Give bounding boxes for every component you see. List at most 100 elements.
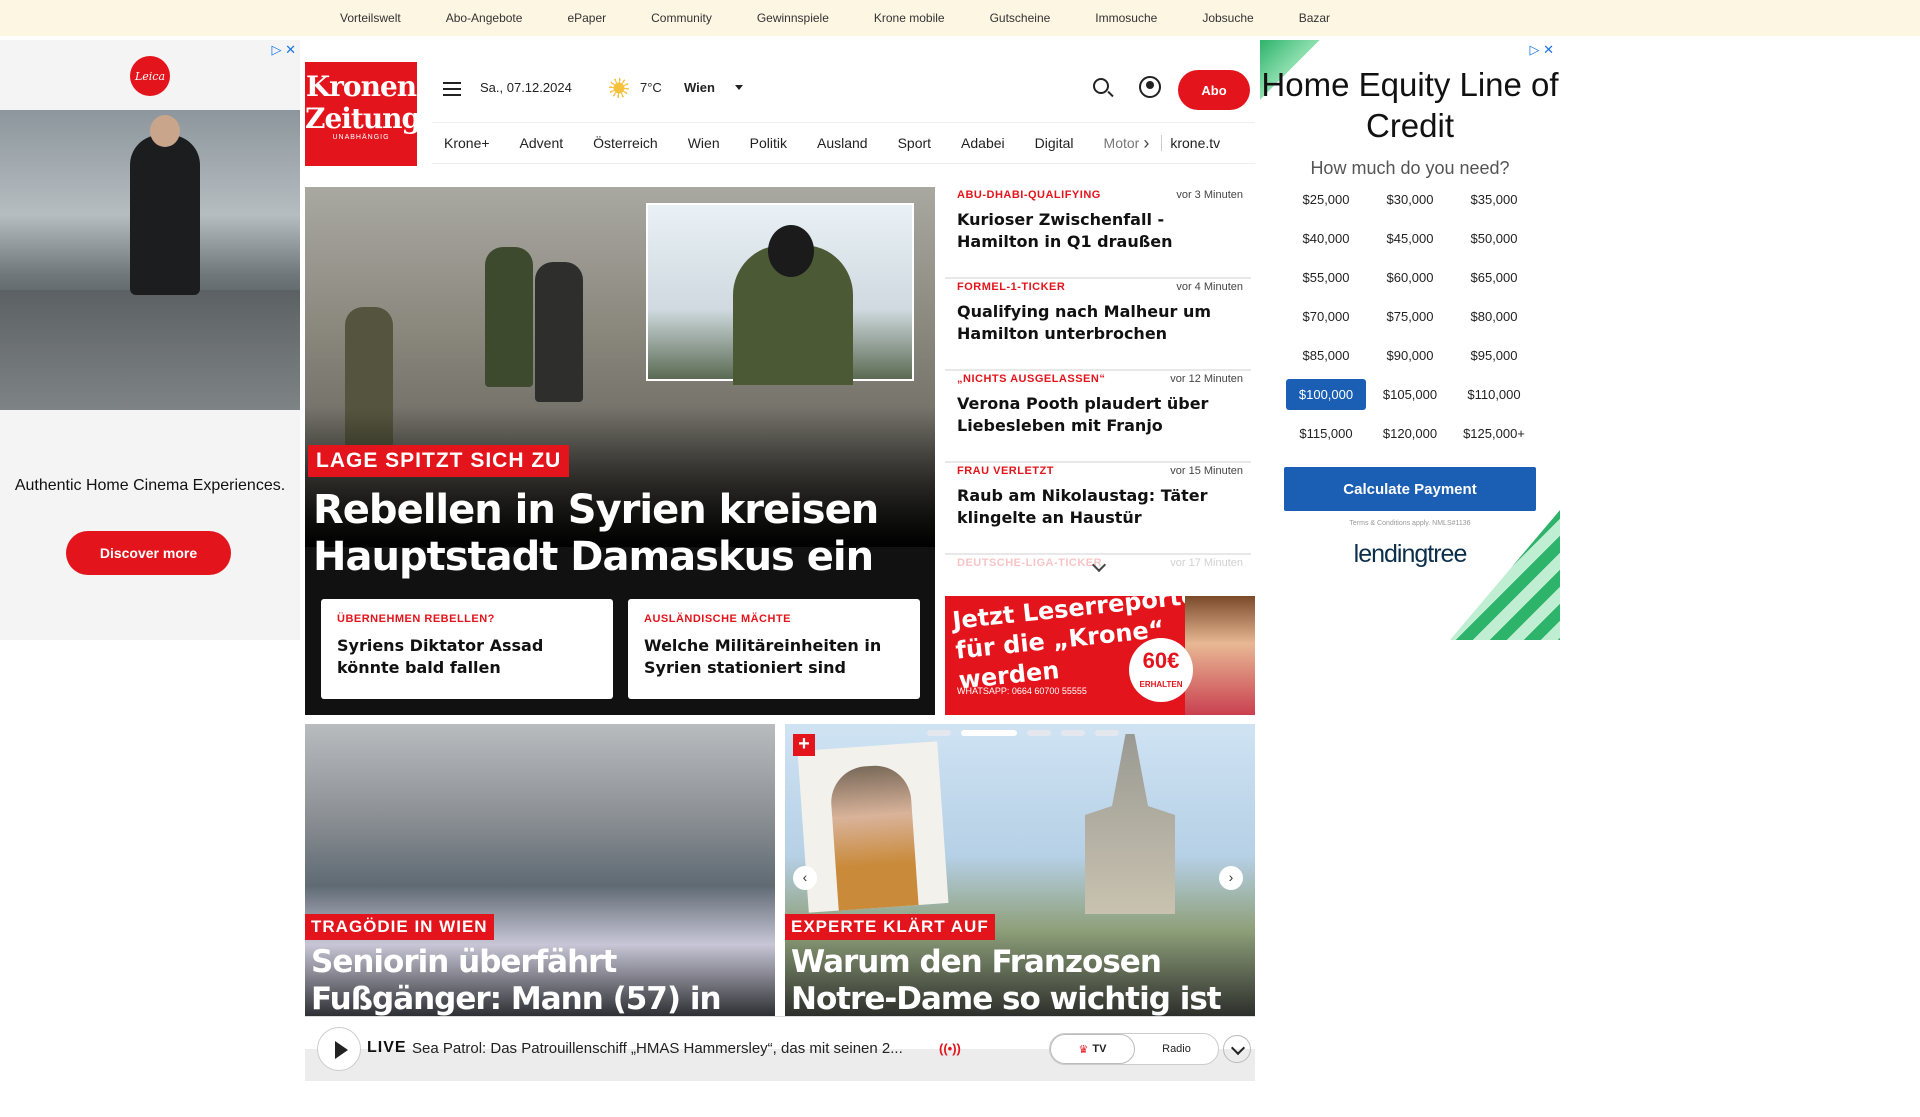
carousel-dot[interactable]: [927, 730, 951, 736]
amount-option[interactable]: $55,000: [1284, 258, 1368, 297]
ticker-item[interactable]: FORMEL-1-TICKER vor 4 Minuten Qualifying…: [945, 279, 1251, 371]
carousel-next-icon[interactable]: ›: [1219, 866, 1243, 890]
banner-amount-label: ERHALTEN: [1139, 680, 1183, 689]
discover-more-button[interactable]: Discover more: [66, 531, 231, 575]
amount-option[interactable]: $110,000: [1452, 375, 1536, 414]
topnav-gewinnspiele[interactable]: Gewinnspiele: [757, 11, 829, 25]
ad-choices-close-icon[interactable]: ▷ ✕: [1529, 42, 1554, 58]
ad-photo: [0, 110, 300, 410]
nav-item-krone-plus[interactable]: Krone+: [444, 135, 490, 151]
search-icon[interactable]: [1093, 78, 1109, 94]
logo-line: Zeitung: [305, 102, 421, 135]
ticker-item[interactable]: FRAU VERLETZT vor 15 Minuten Raub am Nik…: [945, 463, 1251, 555]
tv-tab[interactable]: ♛ TV: [1050, 1034, 1135, 1064]
nav-item-krone-tv[interactable]: krone.tv: [1161, 135, 1220, 151]
ticker-title[interactable]: Qualifying nach Malheur um Hamilton unte…: [957, 301, 1245, 345]
topnav-gutscheine[interactable]: Gutscheine: [990, 11, 1051, 25]
menu-icon[interactable]: [443, 82, 461, 96]
hero-headline[interactable]: Rebellen in Syrien kreisen Hauptstadt Da…: [313, 487, 923, 581]
nav-item-digital[interactable]: Digital: [1035, 135, 1074, 151]
nav-item-ausland[interactable]: Ausland: [817, 135, 868, 151]
carousel-dot[interactable]: [1061, 730, 1085, 736]
amount-option[interactable]: $25,000: [1284, 180, 1368, 219]
related-article-card[interactable]: ÜBERNEHMEN REBELLEN? Syriens Diktator As…: [321, 599, 613, 699]
article-card[interactable]: TRAGÖDIE IN WIEN Seniorin überfährt Fußg…: [305, 724, 775, 1018]
topnav-community[interactable]: Community: [651, 11, 712, 25]
amount-option[interactable]: $80,000: [1452, 297, 1536, 336]
ticker-title[interactable]: Kurioser Zwischenfall - Hamilton in Q1 d…: [957, 209, 1245, 253]
article-title[interactable]: Warum den Franzosen Notre-Dame so wichti…: [791, 944, 1251, 1018]
topnav-vorteilswelt[interactable]: Vorteilswelt: [340, 11, 401, 25]
amount-option[interactable]: $45,000: [1368, 219, 1452, 258]
carousel-dot-active[interactable]: [961, 730, 1017, 736]
amount-option[interactable]: $115,000: [1284, 414, 1368, 453]
nav-item-wien[interactable]: Wien: [688, 135, 720, 151]
right-skyscraper-ad[interactable]: ▷ ✕ Home Equity Line of Credit How much …: [1260, 40, 1560, 640]
tv-label: TV: [1092, 1043, 1107, 1055]
abo-button[interactable]: Abo: [1178, 70, 1250, 110]
amount-option[interactable]: $85,000: [1284, 336, 1368, 375]
ticker-title[interactable]: Raub am Nikolaustag: Täter klingelte an …: [957, 485, 1245, 529]
nav-item-motor[interactable]: Motor: [1104, 135, 1140, 151]
nav-item-sport[interactable]: Sport: [898, 135, 931, 151]
topnav-krone-mobile[interactable]: Krone mobile: [874, 11, 945, 25]
nav-item-advent[interactable]: Advent: [520, 135, 564, 151]
amount-option[interactable]: $60,000: [1368, 258, 1452, 297]
city-select[interactable]: Wien: [684, 80, 715, 95]
live-label: LIVE: [367, 1039, 407, 1056]
topnav-immosuche[interactable]: Immosuche: [1095, 11, 1157, 25]
carousel-dot[interactable]: [1027, 730, 1051, 736]
banner-badge: 60€ ERHALTEN: [1129, 638, 1193, 702]
broadcast-icon: ((•)): [939, 1041, 961, 1056]
amount-option[interactable]: $105,000: [1368, 375, 1452, 414]
ad-choices-close-icon[interactable]: ▷ ✕: [271, 42, 296, 58]
amount-option[interactable]: $125,000+: [1452, 414, 1536, 453]
article-title[interactable]: Seniorin überfährt Fußgänger: Mann (57) …: [311, 944, 771, 1018]
amount-option[interactable]: $120,000: [1368, 414, 1452, 453]
amount-option[interactable]: $30,000: [1368, 180, 1452, 219]
related-title[interactable]: Welche Militäreinheiten in Syrien statio…: [644, 635, 904, 679]
calculate-payment-button[interactable]: Calculate Payment: [1284, 467, 1536, 511]
topnav-bazar[interactable]: Bazar: [1299, 11, 1330, 25]
topnav-epaper[interactable]: ePaper: [567, 11, 606, 25]
amount-option[interactable]: $40,000: [1284, 219, 1368, 258]
carousel-dot[interactable]: [1095, 730, 1119, 736]
nav-item-politik[interactable]: Politik: [750, 135, 787, 151]
photo-figure: [485, 247, 533, 387]
chevron-right-icon[interactable]: ›: [1143, 133, 1149, 154]
expert-figure: [828, 763, 919, 911]
current-date: Sa., 07.12.2024: [480, 80, 572, 95]
kronen-zeitung-logo[interactable]: Kronen Zeitung UNABHÄNGIG: [305, 62, 421, 166]
play-icon[interactable]: [317, 1027, 361, 1071]
chevron-down-icon[interactable]: [735, 85, 743, 90]
left-skyscraper-ad[interactable]: ▷ ✕ Leica Authentic Home Cinema Experien…: [0, 40, 300, 640]
live-program-title[interactable]: Sea Patrol: Das Patrouillenschiff „HMAS …: [412, 1040, 932, 1057]
ticker-item[interactable]: „NICHTS AUSGELASSEN“ vor 12 Minuten Vero…: [945, 371, 1251, 463]
ticker-title[interactable]: Verona Pooth plaudert über Liebesleben m…: [957, 393, 1245, 437]
hero-article[interactable]: LAGE SPITZT SICH ZU Rebellen in Syrien k…: [305, 187, 935, 715]
chevron-down-icon[interactable]: [1223, 1035, 1251, 1063]
amount-option[interactable]: $90,000: [1368, 336, 1452, 375]
nav-item-oesterreich[interactable]: Österreich: [593, 135, 658, 151]
amount-option[interactable]: $35,000: [1452, 180, 1536, 219]
related-article-card[interactable]: AUSLÄNDISCHE MÄCHTE Welche Militäreinhei…: [628, 599, 920, 699]
amount-option[interactable]: $70,000: [1284, 297, 1368, 336]
leserreporter-banner[interactable]: Jetzt Leserreporter für die „Krone“ werd…: [945, 596, 1255, 715]
ticker-item[interactable]: ABU-DHABI-QUALIFYING vor 3 Minuten Kurio…: [945, 187, 1251, 279]
radio-tab[interactable]: Radio: [1135, 1034, 1218, 1064]
amount-option[interactable]: $95,000: [1452, 336, 1536, 375]
carousel-prev-icon[interactable]: ‹: [793, 866, 817, 890]
lendingtree-logo: lendingtree: [1353, 540, 1468, 568]
topnav-jobsuche[interactable]: Jobsuche: [1202, 11, 1253, 25]
nav-item-adabei[interactable]: Adabei: [961, 135, 1005, 151]
related-title[interactable]: Syriens Diktator Assad könnte bald falle…: [337, 635, 597, 679]
amount-option[interactable]: $50,000: [1452, 219, 1536, 258]
article-kicker: EXPERTE KLÄRT AUF: [785, 914, 995, 940]
amount-option[interactable]: $75,000: [1368, 297, 1452, 336]
user-account-icon[interactable]: [1139, 76, 1161, 98]
topnav-abo-angebote[interactable]: Abo-Angebote: [446, 11, 523, 25]
article-card[interactable]: + ‹ › EXPERTE KLÄRT AUF Warum den Franzo…: [785, 724, 1255, 1018]
amount-option[interactable]: $65,000: [1452, 258, 1536, 297]
ad-photo-head: [150, 115, 180, 147]
amount-option-selected[interactable]: $100,000: [1286, 379, 1366, 410]
